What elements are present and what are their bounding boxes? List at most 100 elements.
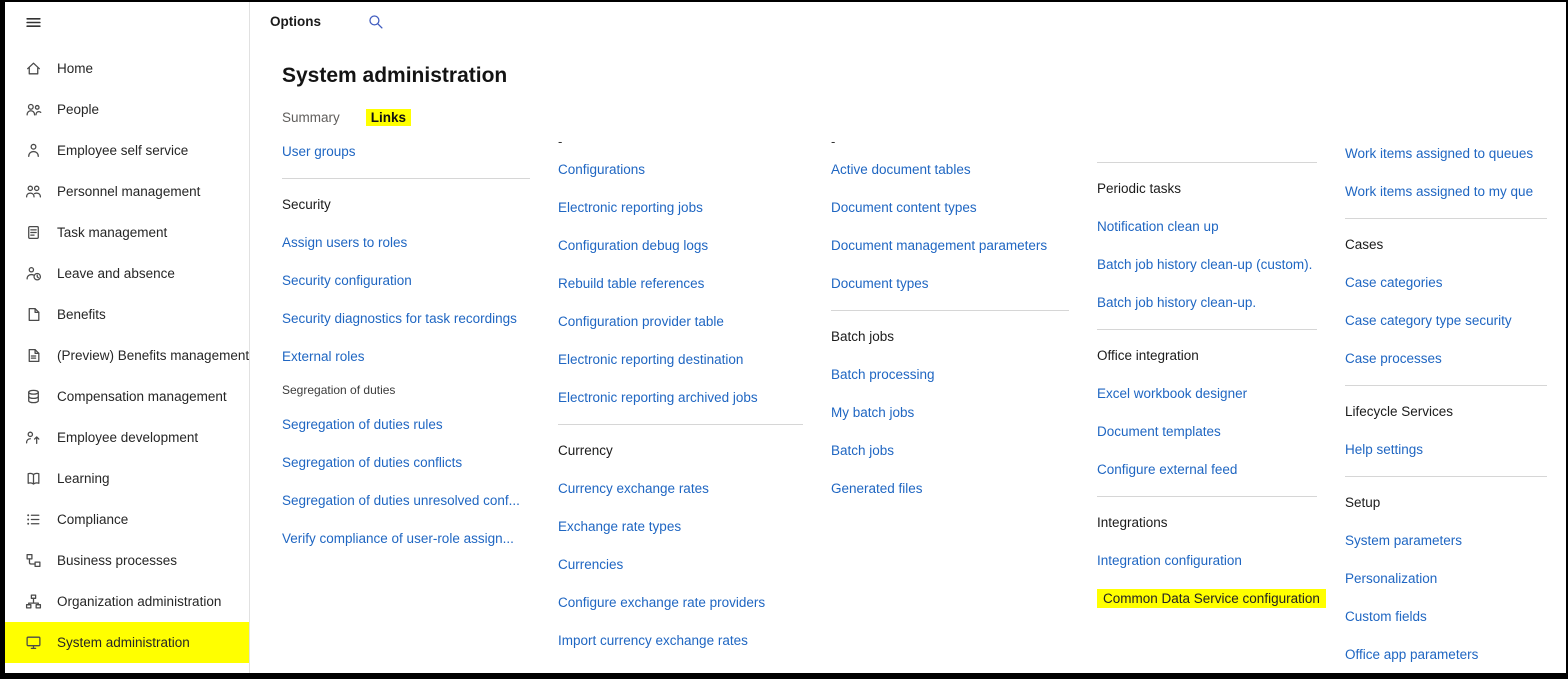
- link-exchange-rate-types[interactable]: Exchange rate types: [558, 519, 681, 534]
- task-management-icon: [25, 224, 42, 241]
- sidebar-item-people[interactable]: People: [5, 89, 249, 130]
- link-help-settings[interactable]: Help settings: [1345, 442, 1423, 457]
- sidebar-item-label: Organization administration: [57, 594, 221, 609]
- benefits-management-icon: [25, 347, 42, 364]
- link-verify-compliance-of-user-role-assign[interactable]: Verify compliance of user-role assign...: [282, 531, 514, 546]
- link-configure-exchange-rate-providers[interactable]: Configure exchange rate providers: [558, 595, 765, 610]
- link-row: Work items assigned to queues: [1345, 134, 1566, 172]
- link-segregation-of-duties-rules[interactable]: Segregation of duties rules: [282, 417, 443, 432]
- sidebar-item-employee-development[interactable]: Employee development: [5, 417, 249, 458]
- divider: [1097, 162, 1317, 163]
- sidebar-item-task-management[interactable]: Task management: [5, 212, 249, 253]
- page-title: System administration: [282, 64, 1566, 88]
- link-configuration-provider-table[interactable]: Configuration provider table: [558, 314, 724, 329]
- link-document-templates[interactable]: Document templates: [1097, 424, 1221, 439]
- options-button[interactable]: Options: [270, 14, 321, 29]
- tab-links[interactable]: Links: [366, 109, 411, 126]
- sidebar-item-learning[interactable]: Learning: [5, 458, 249, 499]
- sidebar-item-benefits[interactable]: Benefits: [5, 294, 249, 335]
- link-electronic-reporting-archived-jobs[interactable]: Electronic reporting archived jobs: [558, 390, 758, 405]
- link-document-management-parameters[interactable]: Document management parameters: [831, 238, 1047, 253]
- sidebar: HomePeopleEmployee self servicePersonnel…: [5, 2, 250, 673]
- link-electronic-reporting-jobs[interactable]: Electronic reporting jobs: [558, 200, 703, 215]
- link-custom-fields[interactable]: Custom fields: [1345, 609, 1427, 624]
- link-case-processes[interactable]: Case processes: [1345, 351, 1442, 366]
- organization-administration-icon: [25, 593, 42, 610]
- sidebar-item-system-administration[interactable]: System administration: [5, 622, 249, 663]
- sidebar-item-business-processes[interactable]: Business processes: [5, 540, 249, 581]
- link-common-data-service-configuration[interactable]: Common Data Service configuration: [1097, 589, 1326, 608]
- links-column-3: -Active document tablesDocument content …: [831, 132, 1097, 507]
- link-currency-exchange-rates[interactable]: Currency exchange rates: [558, 481, 709, 496]
- link-row: Verify compliance of user-role assign...: [282, 519, 558, 557]
- link-active-document-tables[interactable]: Active document tables: [831, 162, 971, 177]
- link-personalization[interactable]: Personalization: [1345, 571, 1437, 586]
- link-configuration-debug-logs[interactable]: Configuration debug logs: [558, 238, 708, 253]
- link-row: Segregation of duties rules: [282, 405, 558, 443]
- compensation-icon: [25, 388, 42, 405]
- link-row: Personalization: [1345, 559, 1566, 597]
- sidebar-item-label: Leave and absence: [57, 266, 175, 281]
- search-icon[interactable]: [367, 12, 385, 30]
- sidebar-item-home[interactable]: Home: [5, 48, 249, 89]
- links-columns: User groups Security Assign users to roles…: [282, 132, 1566, 673]
- link-integration-configuration[interactable]: Integration configuration: [1097, 553, 1242, 568]
- link-excel-workbook-designer[interactable]: Excel workbook designer: [1097, 386, 1247, 401]
- link-case-category-type-security[interactable]: Case category type security: [1345, 313, 1512, 328]
- section-header-fragment: -: [558, 132, 831, 150]
- sidebar-item-label: Compliance: [57, 512, 128, 527]
- link-segregation-of-duties-unresolved-conf[interactable]: Segregation of duties unresolved conf...: [282, 493, 520, 508]
- link-security-diagnostics-for-task-recordings[interactable]: Security diagnostics for task recordings: [282, 311, 517, 326]
- link-row: Integration configuration: [1097, 541, 1345, 579]
- tab-bar: Summary Links: [282, 106, 1566, 128]
- link-row: Currencies: [558, 545, 831, 583]
- link-batch-processing[interactable]: Batch processing: [831, 367, 935, 382]
- link-work-items-assigned-to-my-que[interactable]: Work items assigned to my que: [1345, 184, 1533, 199]
- sidebar-item-organization-administration[interactable]: Organization administration: [5, 581, 249, 622]
- section-header-batch-jobs: Batch jobs: [831, 317, 1097, 355]
- link-notification-clean-up[interactable]: Notification clean up: [1097, 219, 1219, 234]
- link-currencies[interactable]: Currencies: [558, 557, 623, 572]
- link-configure-external-feed[interactable]: Configure external feed: [1097, 462, 1237, 477]
- link-row: Document content types: [831, 188, 1097, 226]
- sidebar-item-personnel-management[interactable]: Personnel management: [5, 171, 249, 212]
- link-document-content-types[interactable]: Document content types: [831, 200, 977, 215]
- links-column-5: Work items assigned to queues Work items …: [1345, 132, 1566, 673]
- link-batch-job-history-clean-up-custom[interactable]: Batch job history clean-up (custom).: [1097, 257, 1312, 272]
- section-header-security: Security: [282, 185, 558, 223]
- link-row: Document templates: [1097, 412, 1345, 450]
- link-row: My batch jobs: [831, 393, 1097, 431]
- link-user-groups[interactable]: User groups: [282, 144, 356, 159]
- leave-absence-icon: [25, 265, 42, 282]
- link-rebuild-table-references[interactable]: Rebuild table references: [558, 276, 704, 291]
- link-batch-jobs[interactable]: Batch jobs: [831, 443, 894, 458]
- link-assign-users-to-roles[interactable]: Assign users to roles: [282, 235, 407, 250]
- sidebar-item-label: (Preview) Benefits management: [57, 348, 249, 363]
- sidebar-item-compliance[interactable]: Compliance: [5, 499, 249, 540]
- tab-summary[interactable]: Summary: [282, 110, 340, 125]
- link-batch-job-history-clean-up[interactable]: Batch job history clean-up.: [1097, 295, 1256, 310]
- link-row: Rebuild table references: [558, 264, 831, 302]
- link-work-items-assigned-to-queues[interactable]: Work items assigned to queues: [1345, 146, 1533, 161]
- sidebar-item-compensation-management[interactable]: Compensation management: [5, 376, 249, 417]
- sidebar-item-employee-self-service[interactable]: Employee self service: [5, 130, 249, 171]
- sidebar-item-leave-and-absence[interactable]: Leave and absence: [5, 253, 249, 294]
- link-configurations[interactable]: Configurations: [558, 162, 645, 177]
- link-office-app-parameters[interactable]: Office app parameters: [1345, 647, 1478, 662]
- link-import-currency-exchange-rates[interactable]: Import currency exchange rates: [558, 633, 748, 648]
- link-document-types[interactable]: Document types: [831, 276, 929, 291]
- link-electronic-reporting-destination[interactable]: Electronic reporting destination: [558, 352, 743, 367]
- link-security-configuration[interactable]: Security configuration: [282, 273, 412, 288]
- section-header-office-integration: Office integration: [1097, 336, 1345, 374]
- link-row: Import currency exchange rates: [558, 621, 831, 659]
- link-external-roles[interactable]: External roles: [282, 349, 365, 364]
- link-case-categories[interactable]: Case categories: [1345, 275, 1443, 290]
- hamburger-button[interactable]: [5, 2, 249, 48]
- link-row: Configuration provider table: [558, 302, 831, 340]
- link-row: Security configuration: [282, 261, 558, 299]
- sidebar-item-preview-benefits-management[interactable]: (Preview) Benefits management: [5, 335, 249, 376]
- link-my-batch-jobs[interactable]: My batch jobs: [831, 405, 914, 420]
- link-generated-files[interactable]: Generated files: [831, 481, 923, 496]
- link-system-parameters[interactable]: System parameters: [1345, 533, 1462, 548]
- link-segregation-of-duties-conflicts[interactable]: Segregation of duties conflicts: [282, 455, 462, 470]
